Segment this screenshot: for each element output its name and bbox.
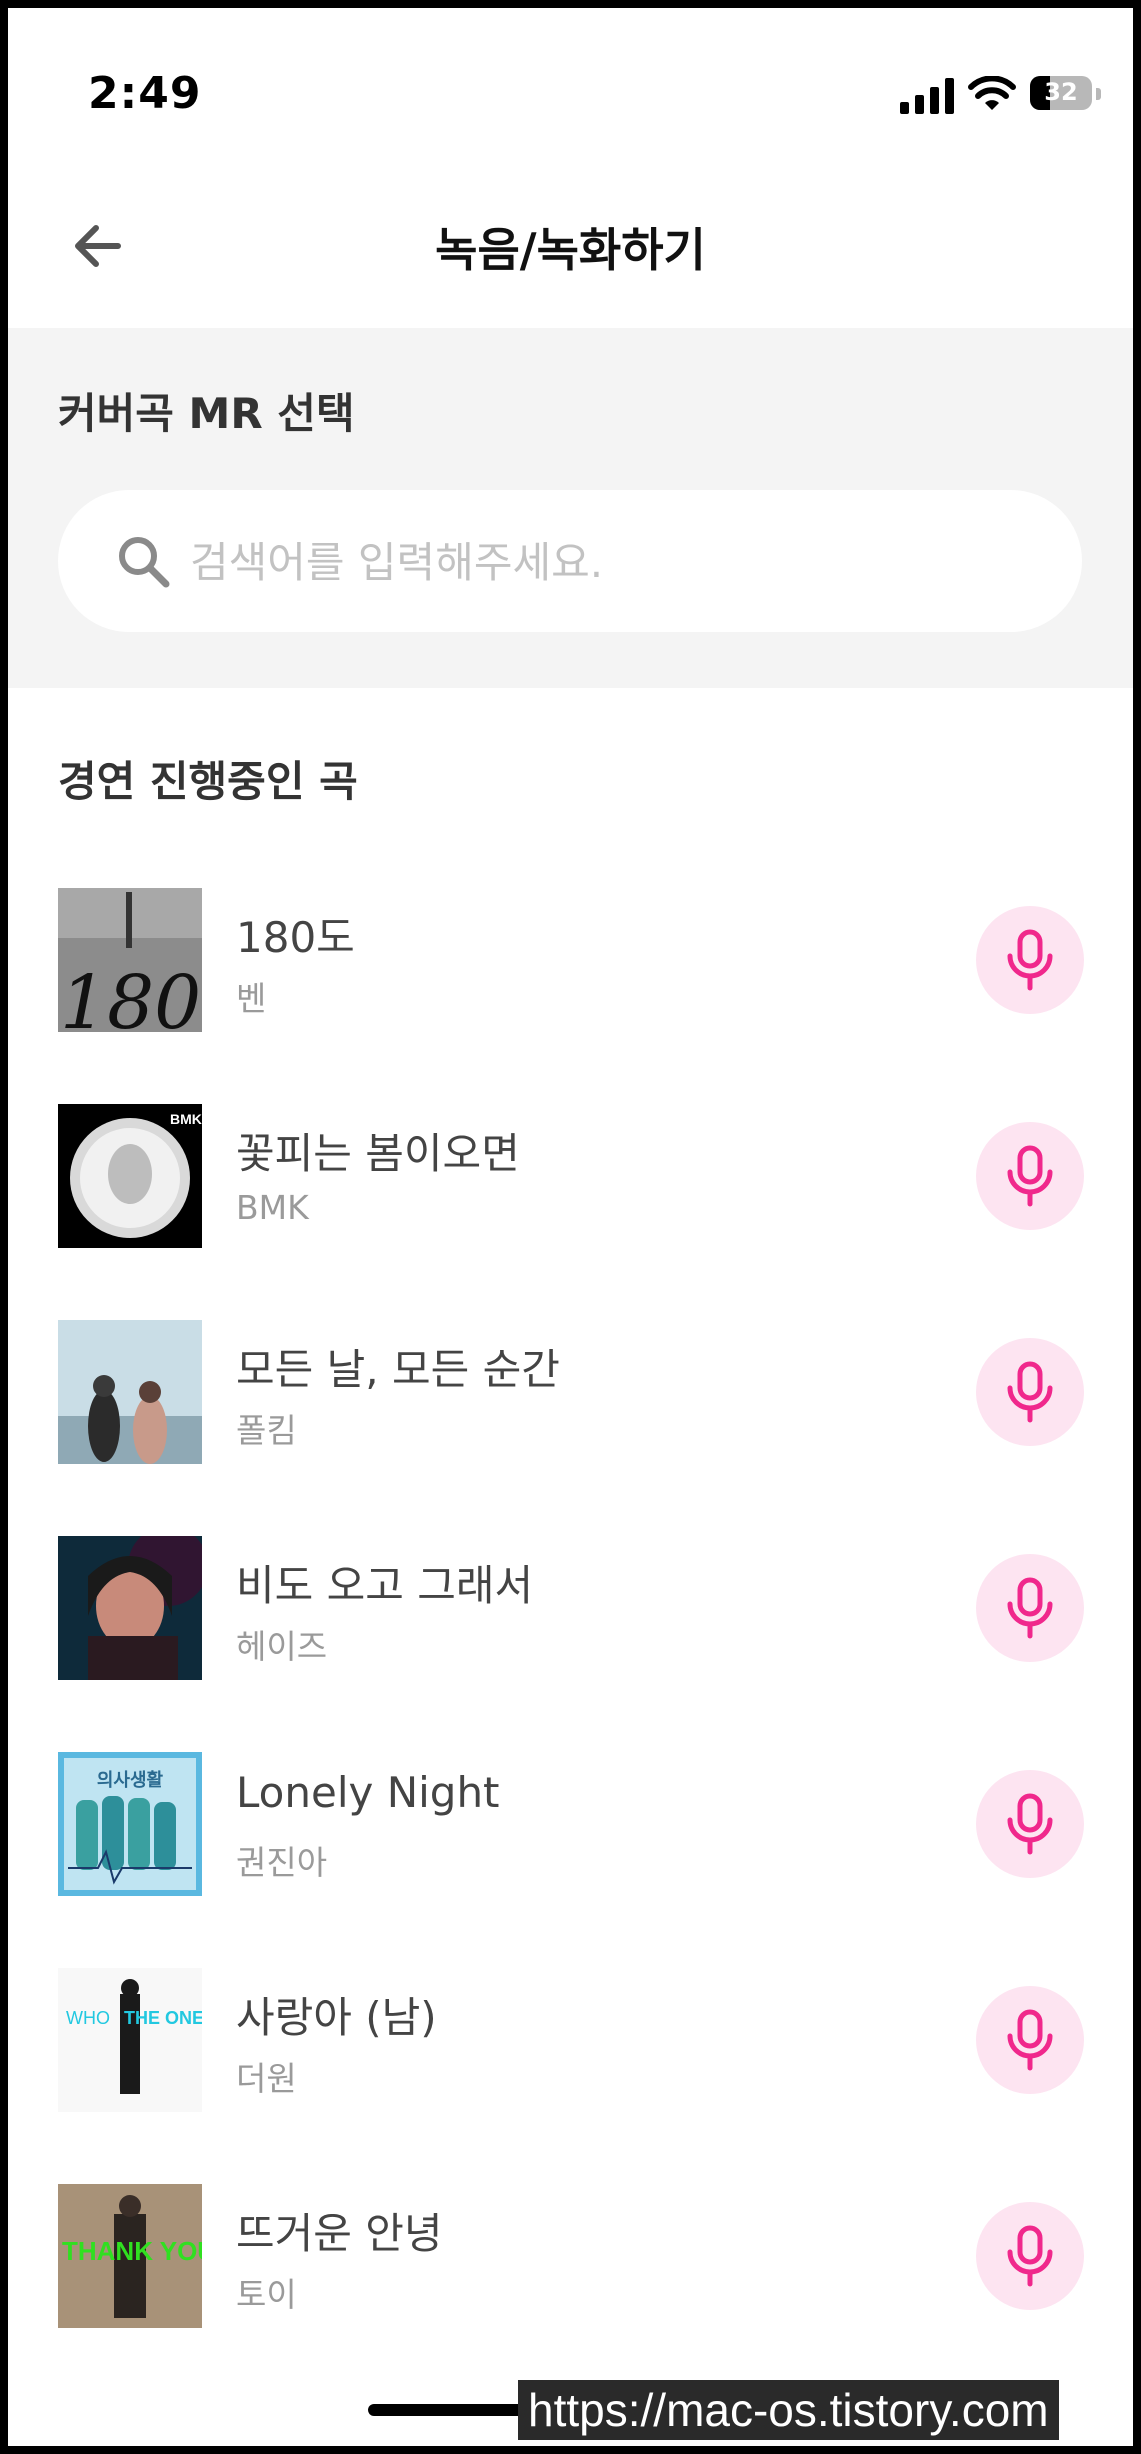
song-row[interactable]: 모든 날, 모든 순간 폴킴 — [8, 1300, 1133, 1480]
song-row[interactable]: 의사생활 Lonely Night 권진아 — [8, 1732, 1133, 1912]
song-title: 180도 — [236, 913, 355, 962]
song-row[interactable]: 180° 180도 벤 — [8, 868, 1133, 1048]
song-artist: 권진아 — [236, 1843, 328, 1882]
song-artist: 폴킴 — [236, 1411, 297, 1450]
song-row[interactable]: THANK YOU 뜨거운 안녕 토이 — [8, 2164, 1133, 2344]
song-title: 뜨거운 안녕 — [236, 2209, 443, 2258]
microphone-icon — [1007, 1577, 1053, 1639]
microphone-icon — [1007, 1145, 1053, 1207]
song-artist: 더원 — [236, 2059, 297, 2098]
record-button[interactable] — [976, 2202, 1084, 2310]
song-row[interactable]: BMK 꽃피는 봄이오면 BMK — [8, 1084, 1133, 1264]
microphone-icon — [1007, 929, 1053, 991]
record-button[interactable] — [976, 1986, 1084, 2094]
song-title: 모든 날, 모든 순간 — [236, 1345, 560, 1394]
search-box[interactable] — [58, 490, 1082, 632]
album-cover: WHO THE ONE — [58, 1968, 202, 2112]
record-button[interactable] — [976, 1770, 1084, 1878]
album-cover: 의사생활 — [58, 1752, 202, 1896]
cover-text: THE ONE — [124, 2008, 202, 2028]
watermark: https://mac-os.tistory.com — [518, 2380, 1059, 2440]
battery-icon: 32 — [1030, 76, 1092, 110]
song-artist: BMK — [236, 1188, 309, 1227]
album-cover: THANK YOU — [58, 2184, 202, 2328]
song-row[interactable]: 비도 오고 그래서 헤이즈 — [8, 1516, 1133, 1696]
song-title: 꽃피는 봄이오면 — [236, 1129, 520, 1178]
status-time: 2:49 — [88, 68, 202, 119]
album-cover: 180° — [58, 888, 202, 1032]
record-button[interactable] — [976, 1122, 1084, 1230]
song-row[interactable]: WHO THE ONE 사랑아 (남) 더원 — [8, 1948, 1133, 2128]
song-artist: 토이 — [236, 2275, 297, 2314]
record-button[interactable] — [976, 1554, 1084, 1662]
microphone-icon — [1007, 1361, 1053, 1423]
app-screen: 2:49 32 녹음/녹화하기 커버곡 MR 선택 검색어를 입력해주세요. 경… — [8, 8, 1133, 2446]
microphone-icon — [1007, 1793, 1053, 1855]
page-title: 녹음/녹화하기 — [435, 223, 706, 277]
cellular-signal-icon — [900, 78, 954, 114]
cover-text: 의사생활 — [97, 1770, 164, 1791]
contest-songs-title: 경연 진행중인 곡 — [58, 757, 358, 806]
album-cover — [58, 1536, 202, 1680]
search-input[interactable] — [188, 520, 1012, 604]
record-button[interactable] — [976, 906, 1084, 1014]
record-button[interactable] — [976, 1338, 1084, 1446]
cover-text: BMK — [170, 1111, 202, 1127]
search-icon — [119, 537, 170, 588]
song-artist: 벤 — [236, 979, 267, 1018]
song-title: Lonely Night — [236, 1768, 500, 1817]
song-title: 비도 오고 그래서 — [236, 1561, 534, 1610]
mr-select-title: 커버곡 MR 선택 — [58, 389, 355, 438]
microphone-icon — [1007, 2225, 1053, 2287]
status-bar: 2:49 32 — [8, 8, 1133, 178]
cover-text: THANK YOU — [62, 2236, 202, 2266]
microphone-icon — [1007, 2009, 1053, 2071]
cover-text: WHO — [66, 2008, 110, 2028]
app-header: 녹음/녹화하기 — [8, 178, 1133, 328]
wifi-icon — [968, 76, 1016, 110]
battery-level: 32 — [1044, 78, 1078, 106]
song-title: 사랑아 (남) — [236, 1993, 437, 2042]
battery-cap — [1096, 88, 1101, 100]
mr-select-section: 커버곡 MR 선택 — [8, 328, 1133, 688]
album-cover — [58, 1320, 202, 1464]
song-artist: 헤이즈 — [236, 1627, 328, 1666]
album-cover: BMK — [58, 1104, 202, 1248]
cover-text: 180° — [60, 960, 202, 1032]
